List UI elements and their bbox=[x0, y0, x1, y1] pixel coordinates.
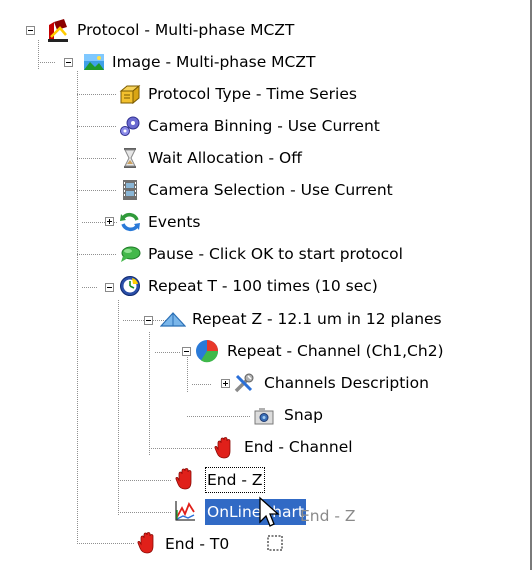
tree-line bbox=[149, 332, 150, 455]
tree-line bbox=[77, 94, 117, 95]
camera-icon bbox=[254, 408, 274, 425]
tree-line bbox=[192, 384, 212, 385]
tree-line bbox=[77, 190, 117, 191]
refresh-icon bbox=[120, 213, 140, 231]
tree-line bbox=[118, 512, 172, 513]
tree-line bbox=[77, 543, 134, 544]
hand-icon bbox=[214, 437, 231, 459]
gears-icon bbox=[120, 116, 140, 136]
tree-line bbox=[77, 71, 78, 543]
line-chart-icon bbox=[175, 501, 195, 521]
tree-node-label[interactable]: Wait Allocation - Off bbox=[146, 145, 304, 171]
tree-line bbox=[77, 158, 117, 159]
tree-node-label[interactable]: Repeat T - 100 times (10 sec) bbox=[146, 273, 380, 299]
tree-node-label[interactable]: Protocol Type - Time Series bbox=[146, 81, 359, 107]
expand-icon[interactable] bbox=[221, 379, 230, 388]
clock-icon bbox=[120, 276, 140, 296]
tree-line bbox=[38, 62, 56, 63]
tree-line bbox=[82, 287, 97, 288]
tree-node-label[interactable]: Events bbox=[146, 209, 202, 235]
tree-node-label[interactable]: Protocol - Multi-phase MCZT bbox=[75, 17, 296, 43]
tree-line bbox=[155, 352, 181, 353]
tree-node-label[interactable]: Snap bbox=[282, 402, 325, 428]
tree-node-label[interactable]: Camera Binning - Use Current bbox=[146, 113, 382, 139]
tree-line bbox=[149, 448, 213, 449]
tree-line bbox=[118, 480, 172, 481]
tree-node-label[interactable]: Repeat - Channel (Ch1,Ch2) bbox=[225, 338, 446, 364]
mouse-cursor-icon bbox=[259, 496, 283, 551]
hand-icon bbox=[137, 532, 154, 554]
tree-node-label[interactable]: Image - Multi-phase MCZT bbox=[110, 49, 317, 75]
tree-node-label[interactable]: End - Channel bbox=[242, 434, 355, 460]
tree-line bbox=[38, 40, 39, 70]
tree-node-label[interactable]: End - Z bbox=[205, 467, 265, 493]
tools-icon bbox=[234, 373, 254, 393]
collapse-icon[interactable] bbox=[64, 58, 73, 67]
collapse-icon[interactable] bbox=[182, 347, 191, 356]
tree-line bbox=[187, 416, 251, 417]
tree-line bbox=[77, 254, 117, 255]
tree-line bbox=[187, 357, 188, 392]
tree-line bbox=[77, 126, 117, 127]
tree-node-label[interactable]: Channels Description bbox=[262, 370, 431, 396]
folders-icon bbox=[119, 84, 141, 105]
hourglass-icon bbox=[124, 148, 136, 168]
pie-icon bbox=[196, 340, 219, 363]
drag-ghost-label: End - Z bbox=[300, 507, 356, 525]
tree-node-label[interactable]: End - T0 bbox=[163, 531, 231, 557]
image-icon bbox=[84, 54, 104, 70]
tree-line bbox=[118, 300, 119, 516]
expand-icon[interactable] bbox=[105, 217, 114, 226]
protocol-icon bbox=[48, 19, 68, 42]
protocol-tree[interactable]: Protocol - Multi-phase MCZT Image - Mult… bbox=[0, 0, 532, 570]
speech-bubble-icon bbox=[121, 246, 141, 262]
tree-node-label[interactable]: Camera Selection - Use Current bbox=[146, 177, 395, 203]
tree-node-label[interactable]: Pause - Click OK to start protocol bbox=[146, 241, 405, 267]
hand-icon bbox=[175, 468, 192, 490]
film-icon bbox=[123, 180, 137, 200]
tree-node-label[interactable]: Repeat Z - 12.1 um in 12 planes bbox=[190, 306, 444, 332]
collapse-icon[interactable] bbox=[105, 283, 114, 292]
collapse-icon[interactable] bbox=[144, 316, 153, 325]
pyramid-icon bbox=[160, 312, 186, 327]
collapse-icon[interactable] bbox=[26, 26, 35, 35]
